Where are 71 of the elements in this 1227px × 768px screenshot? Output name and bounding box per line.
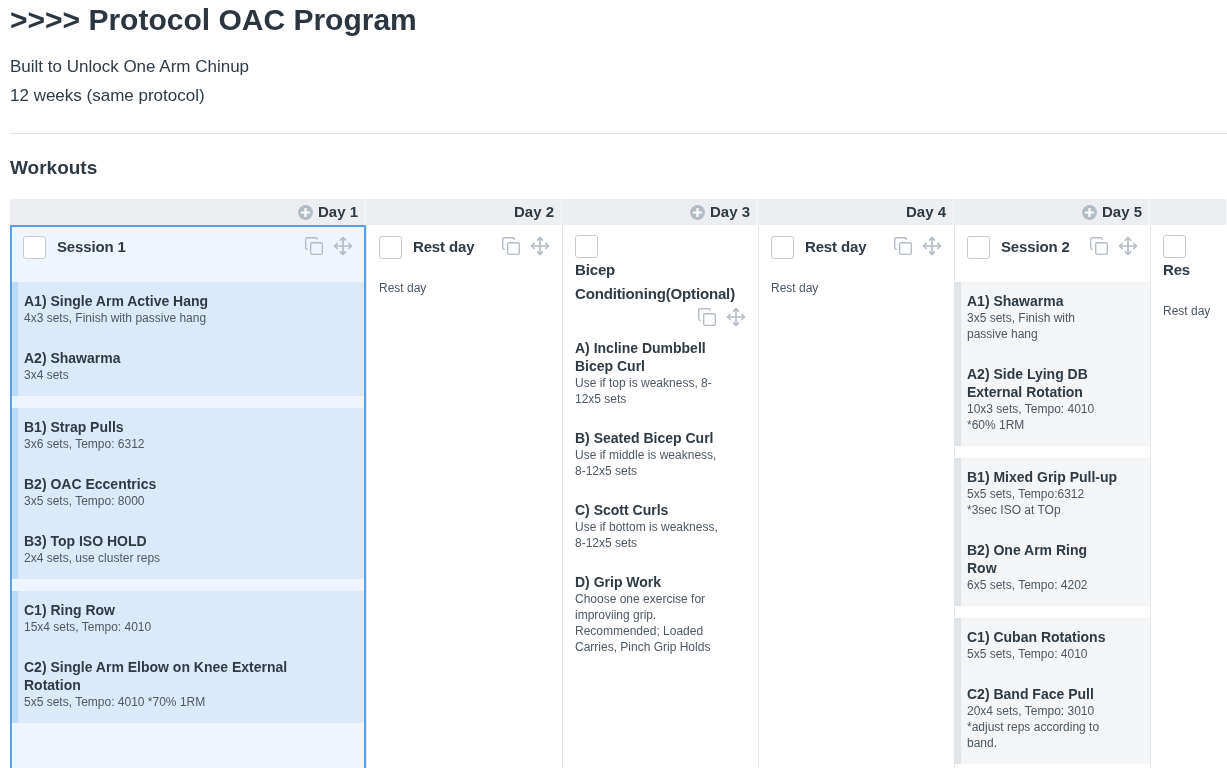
exercise-details: 4x3 sets, Finish with passive hang (24, 310, 207, 326)
exercise-name: A) Incline Dumbbell Bicep Curl (575, 339, 707, 375)
exercise-details: 5x5 sets, Tempo: 4010 *70% 1RM (24, 694, 206, 710)
exercise-name: B3) Top ISO HOLD (24, 532, 147, 550)
day-label: Day 3 (709, 202, 750, 222)
move-icon[interactable] (922, 236, 942, 256)
exercise-details: 3x5 sets, Finish with passive hang (967, 310, 1077, 342)
plus-circle-icon[interactable] (689, 204, 705, 220)
checkbox[interactable] (967, 235, 990, 259)
exercise-details: 2x4 sets, use cluster reps (24, 550, 161, 566)
copy-icon[interactable] (893, 236, 913, 256)
exercise-details: 20x4 sets, Tempo: 3010 *adjust reps according to band. (967, 703, 1101, 751)
session-title: Bicep Conditioning(Optional) (575, 260, 736, 304)
exercise-name: C1) Cuban Rotations (967, 628, 1106, 646)
session-title: Session 2 (1001, 237, 1070, 257)
exercise-details: Use if top is weakness, 8-12x5 sets (575, 375, 713, 407)
exercise-name: B1) Strap Pulls (24, 418, 124, 436)
exercise-name: A1) Shawarma (967, 292, 1064, 310)
checkbox[interactable] (575, 235, 598, 258)
copy-icon[interactable] (697, 307, 717, 327)
session-title: Res (1163, 260, 1191, 280)
exercise-name: C) Scott Curls (575, 501, 669, 519)
rest-note: Rest day (379, 280, 427, 296)
checkbox[interactable] (771, 235, 794, 259)
session-title: Rest day (805, 237, 867, 257)
exercise-name: A2) Side Lying DB External Rotation (967, 365, 1089, 401)
exercise-name: A2) Shawarma (24, 349, 121, 367)
exercise-name: B2) One Arm Ring Row (967, 541, 1089, 577)
copy-icon[interactable] (304, 236, 324, 256)
checkbox[interactable] (1163, 235, 1186, 258)
exercise-name: B) Seated Bicep Curl (575, 429, 714, 447)
session-title: Session 1 (57, 237, 126, 257)
rest-note: Rest day (1163, 303, 1211, 319)
day-label: Day 1 (317, 202, 358, 222)
move-icon[interactable] (1118, 236, 1138, 256)
rest-note: Rest day (771, 280, 819, 296)
exercise-details: Use if bottom is weakness, 8-12x5 sets (575, 519, 719, 551)
section-title: Workouts (10, 156, 98, 180)
exercise-name: A1) Single Arm Active Hang (24, 292, 209, 310)
day-label: Day 2 (513, 202, 554, 222)
exercise-details: 3x5 sets, Tempo: 8000 (24, 493, 145, 509)
page-title: >>>> Protocol OAC Program (10, 2, 417, 38)
exercise-details: 3x6 sets, Tempo: 6312 (24, 436, 145, 452)
exercise-details: 5x5 sets, Tempo:6312 *3sec ISO at TOp (967, 486, 1086, 518)
exercise-name: C1) Ring Row (24, 601, 115, 619)
description-line: 12 weeks (same protocol) (10, 85, 205, 107)
checkbox[interactable] (379, 235, 402, 259)
plus-circle-icon[interactable] (1081, 204, 1097, 220)
plus-circle-icon[interactable] (297, 204, 313, 220)
description-line: Built to Unlock One Arm Chinup (10, 56, 250, 78)
day-label: Day 5 (1101, 202, 1142, 222)
exercise-name: C2) Single Arm Elbow on Knee External Rotation (24, 658, 289, 694)
exercise-details: 10x3 sets, Tempo: 4010 *60% 1RM (967, 401, 1096, 433)
day-label: Day 4 (905, 202, 946, 222)
exercise-name: B2) OAC Eccentrics (24, 475, 157, 493)
exercise-details: 6x5 sets, Tempo: 4202 (967, 577, 1088, 593)
move-icon[interactable] (530, 236, 550, 256)
exercise-details: Choose one exercise for improviing grip. Recommended; Loaded Carries, Pinch Grip Holds (575, 591, 712, 655)
exercise-details: Use if middle is weakness, 8-12x5 sets (575, 447, 718, 479)
exercise-details: 3x4 sets (24, 367, 69, 383)
move-icon[interactable] (726, 307, 746, 327)
exercise-details: 15x4 sets, Tempo: 4010 (24, 619, 152, 635)
exercise-name: D) Grip Work (575, 573, 662, 591)
copy-icon[interactable] (501, 236, 521, 256)
copy-icon[interactable] (1089, 236, 1109, 256)
exercise-name: B1) Mixed Grip Pull-up (967, 468, 1118, 486)
exercise-details: 5x5 sets, Tempo: 4010 (967, 646, 1088, 662)
move-icon[interactable] (333, 236, 353, 256)
checkbox[interactable] (23, 235, 46, 259)
session-title: Rest day (413, 237, 475, 257)
exercise-name: C2) Band Face Pull (967, 685, 1094, 703)
